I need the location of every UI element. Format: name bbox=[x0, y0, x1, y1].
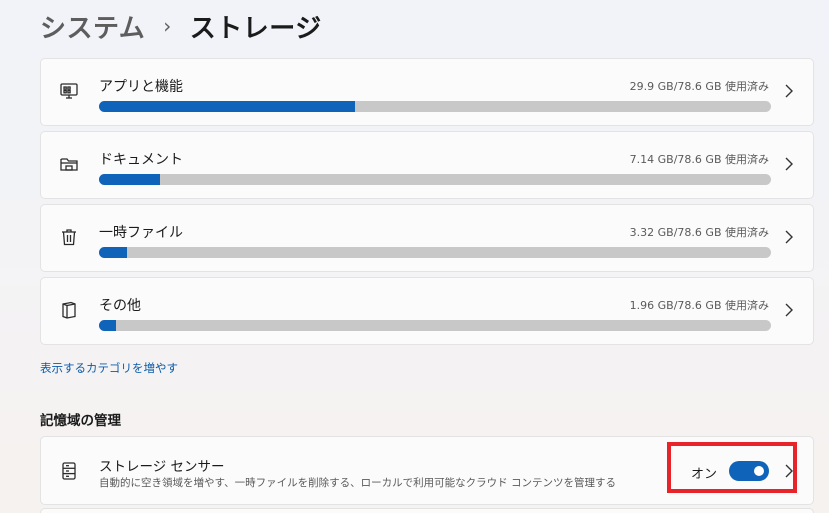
chevron-right-icon bbox=[783, 83, 795, 99]
storage-usage-text: 7.14 GB/78.6 GB 使用済み bbox=[629, 153, 769, 166]
apps-monitor-icon bbox=[59, 81, 79, 101]
chevron-right-icon bbox=[783, 229, 795, 245]
storage-sense-toggle[interactable] bbox=[729, 461, 769, 481]
chevron-right-icon bbox=[783, 463, 795, 479]
storage-category-label: ドキュメント bbox=[99, 152, 183, 168]
storage-sense-title: ストレージ センサー bbox=[99, 459, 225, 475]
usage-bar-fill bbox=[99, 320, 116, 331]
usage-bar-fill bbox=[99, 174, 161, 185]
toggle-knob bbox=[754, 466, 764, 476]
chevron-right-icon bbox=[783, 156, 795, 172]
storage-category-other[interactable]: その他 1.96 GB/78.6 GB 使用済み bbox=[40, 277, 814, 345]
storage-sense-description: 自動的に空き領域を増やす、一時ファイルを削除する、ローカルで利用可能なクラウド … bbox=[99, 477, 616, 489]
usage-bar bbox=[99, 247, 771, 258]
breadcrumb-parent-system[interactable]: システム bbox=[40, 8, 145, 45]
storage-category-label: その他 bbox=[99, 298, 141, 314]
document-icon bbox=[59, 300, 79, 320]
usage-bar-fill bbox=[99, 247, 128, 258]
usage-bar bbox=[99, 320, 771, 331]
storage-category-label: アプリと機能 bbox=[99, 79, 183, 95]
show-more-categories-link[interactable]: 表示するカテゴリを増やす bbox=[40, 360, 178, 376]
toggle-state-label: オン bbox=[690, 467, 717, 482]
storage-category-documents[interactable]: ドキュメント 7.14 GB/78.6 GB 使用済み bbox=[40, 131, 814, 199]
usage-bar bbox=[99, 101, 771, 112]
trash-icon bbox=[59, 227, 79, 247]
page-title: ストレージ bbox=[189, 13, 322, 44]
breadcrumb: システム › ストレージ bbox=[40, 8, 322, 44]
storage-category-temp-files[interactable]: 一時ファイル 3.32 GB/78.6 GB 使用済み bbox=[40, 204, 814, 272]
storage-usage-text: 3.32 GB/78.6 GB 使用済み bbox=[629, 226, 769, 239]
next-card-partial bbox=[40, 508, 814, 513]
storage-category-label: 一時ファイル bbox=[99, 225, 183, 241]
chevron-right-icon bbox=[783, 302, 795, 318]
folder-icon bbox=[59, 154, 79, 174]
breadcrumb-separator: › bbox=[163, 14, 172, 38]
usage-bar-fill bbox=[99, 101, 355, 112]
storage-sense-card[interactable]: ストレージ センサー 自動的に空き領域を増やす、一時ファイルを削除する、ローカル… bbox=[40, 436, 814, 505]
storage-drive-icon bbox=[59, 461, 79, 481]
storage-usage-text: 1.96 GB/78.6 GB 使用済み bbox=[629, 299, 769, 312]
storage-management-heading: 記憶域の管理 bbox=[40, 413, 121, 429]
storage-usage-text: 29.9 GB/78.6 GB 使用済み bbox=[629, 80, 769, 93]
usage-bar bbox=[99, 174, 771, 185]
storage-category-apps[interactable]: アプリと機能 29.9 GB/78.6 GB 使用済み bbox=[40, 58, 814, 126]
